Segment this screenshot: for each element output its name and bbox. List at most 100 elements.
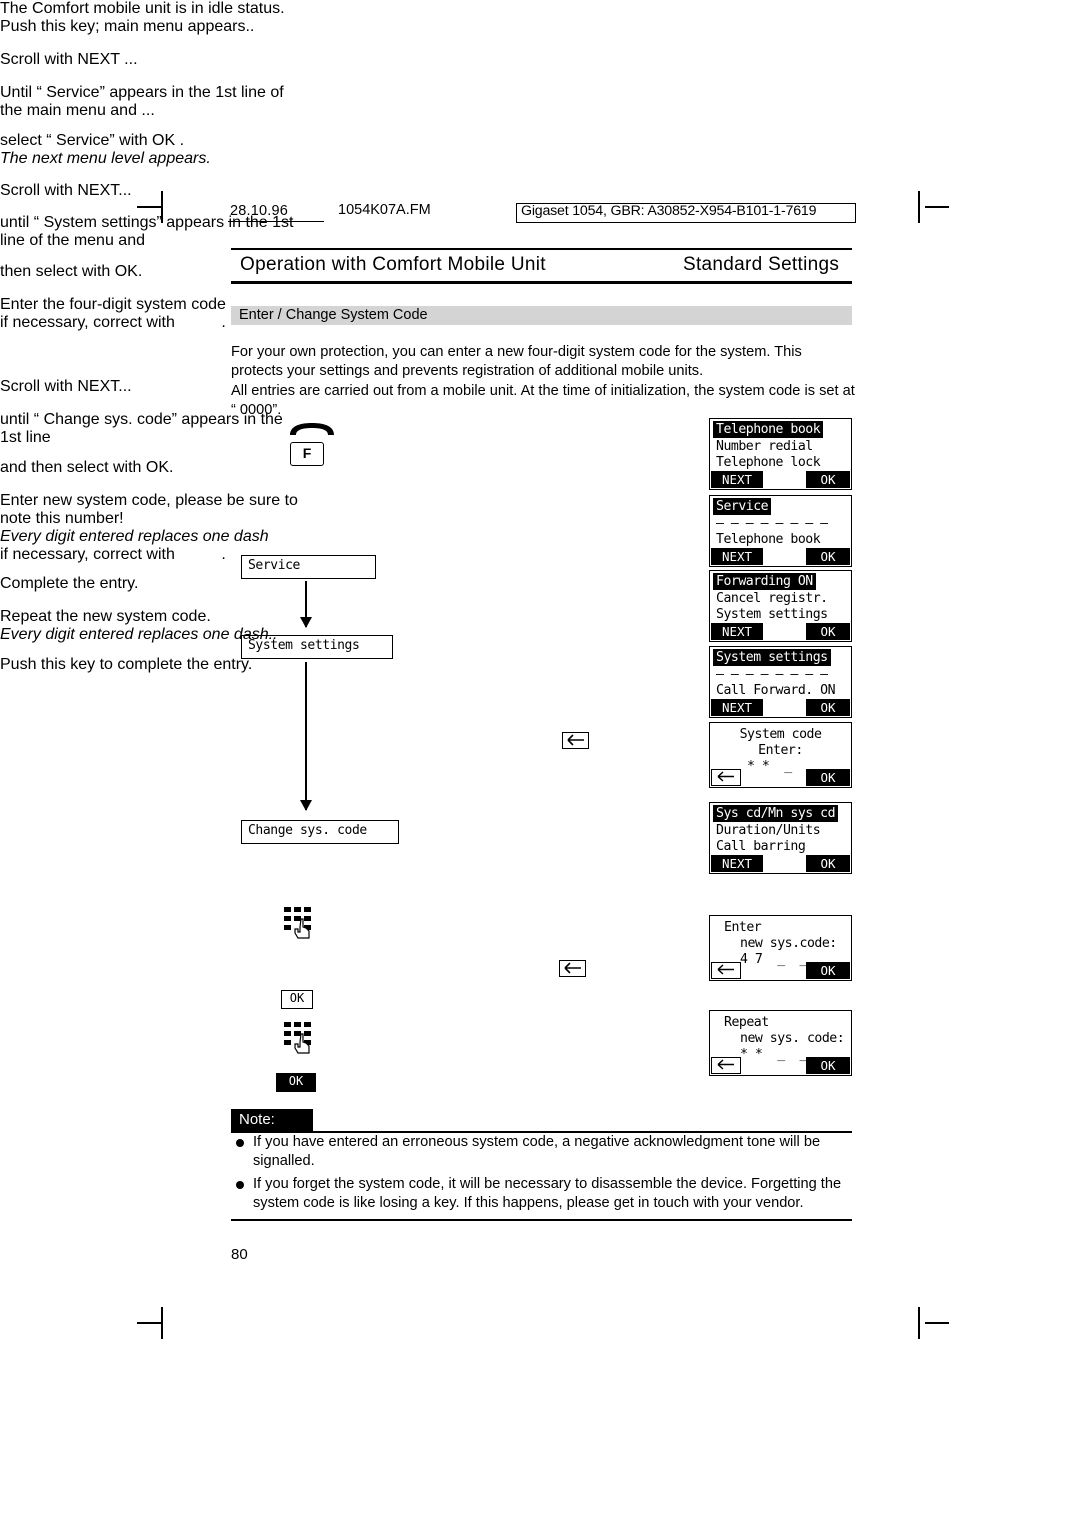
display-repeat-line-1: new sys. code:: [740, 1031, 845, 1046]
softkey-ok-3[interactable]: OK: [806, 623, 850, 640]
intro-paragraph: For your own protection, you can enter a…: [231, 344, 855, 418]
display-sys-cd-line-1: Duration/Units: [716, 823, 821, 838]
display-system-code-line-0: System code: [739, 727, 822, 742]
step-text-2: Scroll with NEXT ...: [0, 51, 138, 68]
back-key-icon-1[interactable]: [562, 732, 589, 749]
crop-mark-bottom-right-v: [918, 1307, 920, 1339]
display-service-line-0: Service: [713, 498, 772, 515]
softkey-ok-2[interactable]: OK: [806, 548, 850, 565]
display-telephone-book-line-2: Telephone lock: [716, 455, 821, 470]
header-doccode: Gigaset 1054, GBR: A30852-X954-B101-1-76…: [521, 203, 817, 219]
step-text-19: Every digit entered replaces one dash..: [0, 626, 305, 644]
display-forwarding-on-line-0: Forwarding ON: [713, 573, 816, 590]
display-system-code-enter: System code Enter: * * _ _ OK: [709, 722, 852, 788]
display-telephone-book: Telephone book Number redial Telephone l…: [709, 418, 852, 490]
display-enter-new-line-0: Enter: [724, 920, 762, 935]
display-enter-new-sys-code: Enter new sys.code: 4 7 _ _ OK: [709, 915, 852, 981]
display-repeat-new-sys-code: Repeat new sys. code: * * _ _ OK: [709, 1010, 852, 1076]
display-service: Service – – – – – – – – Telephone book N…: [709, 495, 852, 567]
step-text-18: Repeat the new system code.: [0, 608, 211, 625]
step-text-8: then select with OK.: [0, 263, 143, 280]
step-text-11: Scroll with NEXT...: [0, 378, 132, 395]
softkey-ok-5[interactable]: OK: [806, 769, 850, 786]
display-telephone-book-line-1: Number redial: [716, 439, 813, 454]
display-service-line-1: – – – – – – – –: [716, 516, 828, 531]
display-enter-new-line-1: new sys.code:: [740, 936, 837, 951]
softkey-next-1[interactable]: NEXT: [711, 471, 763, 488]
keypad-icon-1: [284, 907, 314, 941]
back-key-icon-2[interactable]: [559, 960, 586, 977]
softkey-next-5[interactable]: NEXT: [711, 855, 763, 872]
display-system-settings: System settings – – – – – – – – Call For…: [709, 646, 852, 718]
step-text-10-label: if necessary, correct with: [0, 314, 175, 331]
softkey-next-4[interactable]: NEXT: [711, 699, 763, 716]
display-repeat-line-2: * * _ _: [740, 1047, 807, 1062]
ok-key-2[interactable]: OK: [276, 1073, 316, 1092]
step-text-4: select “ Service” with OK .: [0, 132, 185, 149]
display-forwarding-on-line-1: Cancel registr.: [716, 591, 828, 606]
step-text-0: The Comfort mobile unit is in idle statu…: [0, 0, 285, 17]
display-system-settings-line-1: – – – – – – – –: [716, 667, 828, 682]
softkey-ok-7[interactable]: OK: [806, 962, 850, 979]
note-label: Note:: [231, 1109, 313, 1131]
display-service-line-2: Telephone book: [716, 532, 821, 547]
flow-box-change-sys-code: Change sys. code: [241, 820, 399, 844]
display-sys-cd-mn-sys-cd: Sys cd/Mn sys cd Duration/Units Call bar…: [709, 802, 852, 874]
step-text-16: if necessary, correct with .: [0, 546, 305, 564]
note-bullet-1: [236, 1139, 244, 1147]
step-text-19-italic: Every digit entered replaces one dash..: [0, 626, 278, 643]
softkey-back-1[interactable]: [711, 769, 741, 786]
display-repeat-line-0: Repeat: [724, 1015, 769, 1030]
softkey-next-3[interactable]: NEXT: [711, 623, 763, 640]
page-number: 80: [231, 1246, 248, 1263]
step-text-9: Enter the four-digit system code: [0, 296, 226, 313]
note-bullet-2: [236, 1181, 244, 1189]
step-text-16-period: .: [221, 546, 226, 563]
header-filename: 1054K07A.FM: [338, 202, 431, 218]
display-system-settings-line-0: System settings: [713, 649, 831, 666]
step-text-13: and then select with OK.: [0, 459, 174, 476]
step-text-14: Enter new system code, please be sure to…: [0, 492, 298, 527]
display-system-code-line-1: Enter:: [758, 743, 803, 758]
crop-mark-bottom-right-h: [925, 1322, 949, 1324]
page-title-right: Standard Settings: [683, 254, 840, 275]
softkey-back-3[interactable]: [711, 1057, 741, 1074]
display-sys-cd-line-0: Sys cd/Mn sys cd: [713, 805, 839, 822]
softkey-back-2[interactable]: [711, 962, 741, 979]
display-sys-cd-line-2: Call barring: [716, 839, 806, 854]
softkey-ok-4[interactable]: OK: [806, 699, 850, 716]
softkey-ok-1[interactable]: OK: [806, 471, 850, 488]
keypad-icon-2: [284, 1022, 314, 1056]
softkey-next-2[interactable]: NEXT: [711, 548, 763, 565]
softkey-ok-6[interactable]: OK: [806, 855, 850, 872]
crop-mark-bottom-left-h: [137, 1322, 161, 1324]
step-text-15: Every digit entered replaces one dash: [0, 528, 305, 546]
flow-arrow-2: [300, 662, 312, 811]
ok-key-1[interactable]: OK: [281, 990, 313, 1009]
step-text-15-italic: Every digit entered replaces one dash: [0, 528, 269, 545]
title-rule-bottom: [231, 281, 852, 284]
step-text-10: if necessary, correct with .: [0, 314, 305, 332]
document-page: 28.10.96 1054K07A.FM Gigaset 1054, GBR: …: [0, 0, 1080, 1528]
display-enter-new-line-2: 4 7 _ _: [740, 952, 807, 967]
softkey-ok-8[interactable]: OK: [806, 1057, 850, 1074]
title-rule-top: [231, 248, 852, 250]
step-text-3: Until “ Service” appears in the 1st line…: [0, 84, 284, 119]
note-text-1: If you have entered an erroneous system …: [253, 1134, 821, 1170]
display-forwarding-on: Forwarding ON Cancel registr. System set…: [709, 570, 852, 642]
step-text-6: Scroll with NEXT...: [0, 182, 132, 199]
crop-mark-bottom-left-v: [161, 1307, 163, 1339]
display-system-settings-line-2: Call Forward. ON: [716, 683, 836, 698]
flow-arrow-1: [300, 581, 312, 628]
step-text-5-italic: The next menu level appears.: [0, 150, 211, 167]
step-text-7: until “ System settings” appears in the …: [0, 214, 294, 249]
step-text-17: Complete the entry.: [0, 575, 139, 592]
step-text-12: until “ Change sys. code” appears in the…: [0, 411, 283, 446]
step-text-1: Push this key; main menu appears..: [0, 18, 255, 35]
step-text-20: Push this key to complete the entry.: [0, 656, 253, 673]
note-text-2: If you forget the system code, it will b…: [253, 1176, 842, 1212]
step-text-16-label: if necessary, correct with: [0, 546, 175, 563]
footer-rule: [231, 1219, 852, 1221]
crop-mark-top-right-v: [918, 191, 920, 223]
step-text-5: The next menu level appears.: [0, 150, 305, 168]
